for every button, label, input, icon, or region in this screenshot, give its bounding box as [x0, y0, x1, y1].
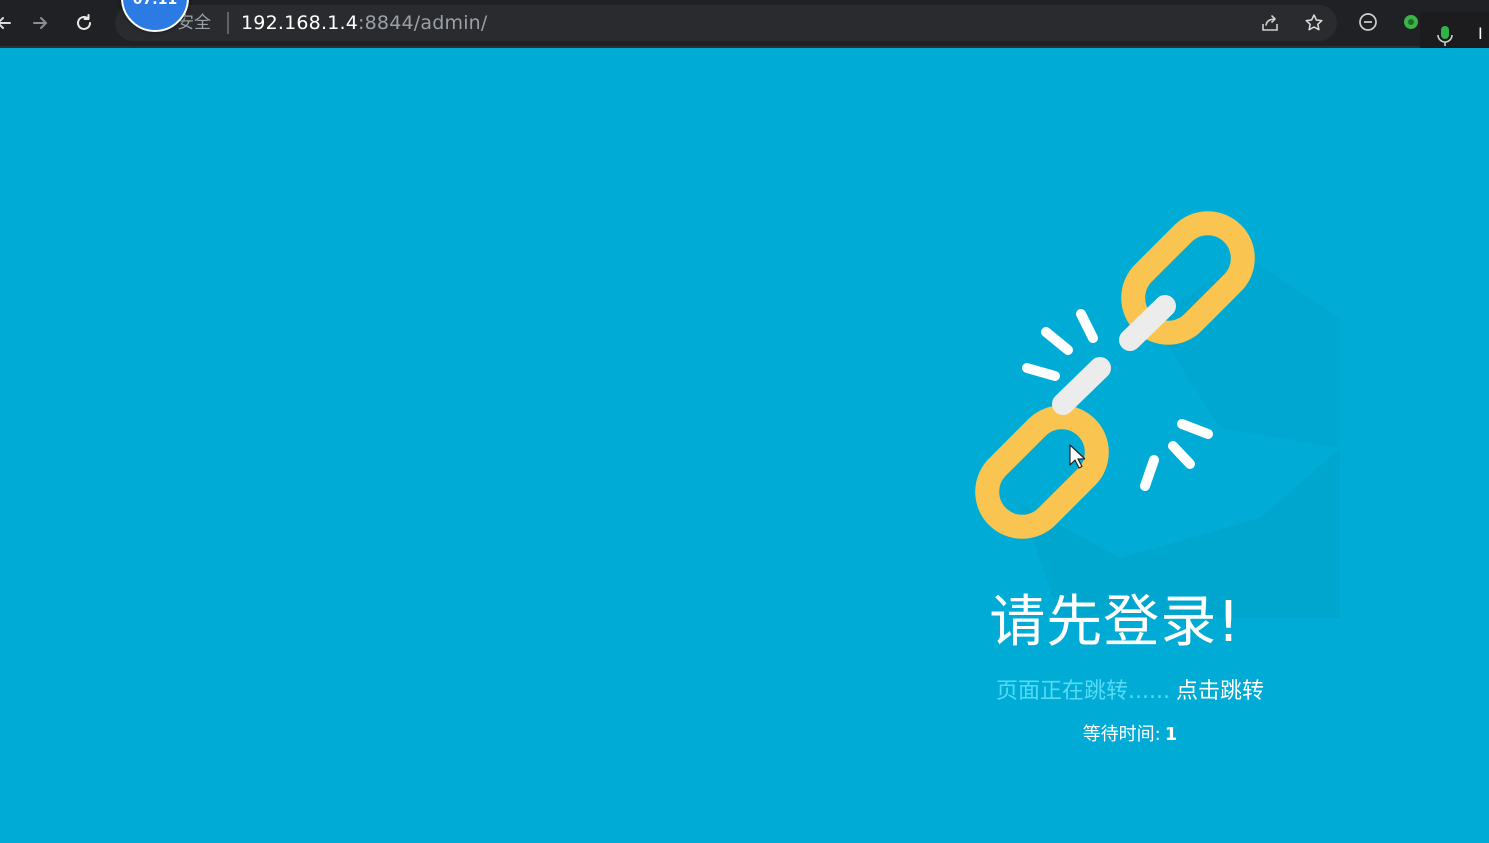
address-separator — [227, 12, 229, 34]
url-path: :8844/admin/ — [358, 12, 488, 34]
page-content: 请先登录! 页面正在跳转...... 点击跳转 等待时间: 1 — [0, 48, 1489, 843]
wait-label: 等待时间: — [1082, 724, 1161, 745]
broken-link-icon — [975, 211, 1340, 618]
wait-timer: 等待时间: 1 — [1040, 722, 1220, 748]
address-bar[interactable]: 安全 192.168.1.4:8844/admin/ — [115, 5, 1337, 41]
url-host: 192.168.1.4 — [241, 12, 359, 34]
star-icon[interactable] — [1302, 11, 1326, 35]
redirect-link[interactable]: 点击跳转 — [1176, 679, 1264, 704]
redirect-message: 页面正在跳转...... — [996, 679, 1170, 704]
voice-panel-text: I — [1478, 24, 1483, 43]
browser-toolbar: 安全 192.168.1.4:8844/admin/ 07:11 — [0, 0, 1489, 48]
page-title: 请先登录! — [989, 590, 1241, 655]
microphone-icon[interactable] — [1434, 24, 1456, 48]
recording-badge-text: 07:11 — [132, 0, 178, 8]
url-text[interactable]: 192.168.1.4:8844/admin/ — [241, 11, 488, 35]
minus-circle-icon[interactable] — [1355, 9, 1381, 35]
reload-icon[interactable] — [68, 7, 100, 39]
wait-seconds: 1 — [1164, 724, 1178, 745]
forward-arrow-icon[interactable] — [24, 7, 56, 39]
back-arrow-icon[interactable] — [0, 7, 20, 39]
redirect-line: 页面正在跳转...... 点击跳转 — [940, 676, 1320, 708]
share-icon[interactable] — [1258, 11, 1282, 35]
mouse-cursor-icon — [1069, 444, 1085, 469]
